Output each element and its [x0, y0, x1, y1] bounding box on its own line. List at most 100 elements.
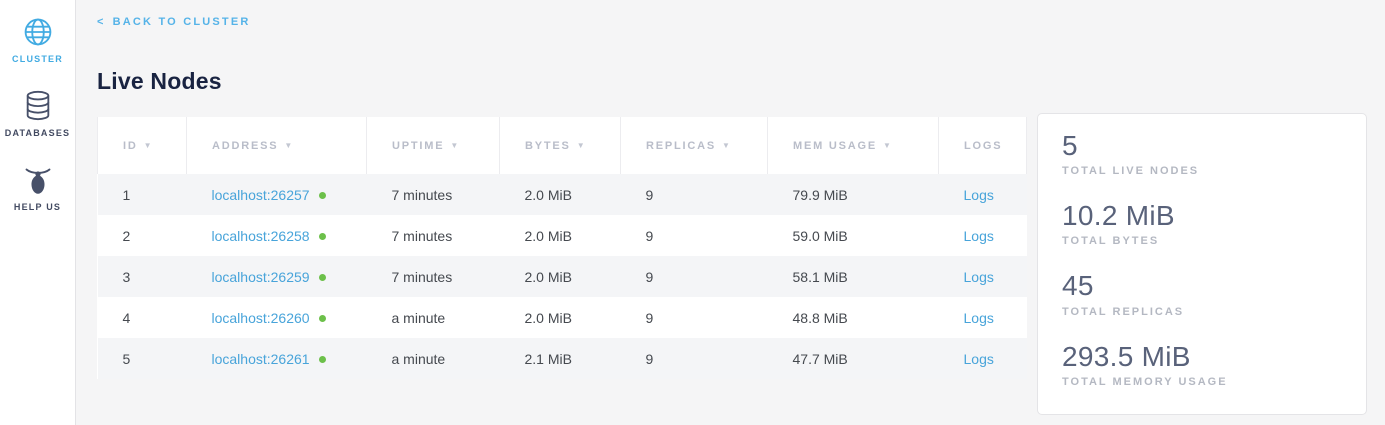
node-logs-cell: Logs — [939, 338, 1027, 379]
stat-value: 293.5 MiB — [1062, 341, 1342, 373]
node-mem-usage-cell: 58.1 MiB — [768, 256, 939, 297]
node-bytes-cell: 2.0 MiB — [500, 174, 621, 215]
node-uptime-cell: a minute — [367, 338, 500, 379]
node-id-cell: 5 — [98, 338, 187, 379]
node-uptime-cell: 7 minutes — [367, 174, 500, 215]
summary-panel: 5 TOTAL LIVE NODES 10.2 MiB TOTAL BYTES … — [1037, 113, 1367, 415]
databases-icon — [23, 90, 53, 122]
sort-arrow-icon: ▼ — [284, 141, 294, 150]
stat-value: 10.2 MiB — [1062, 200, 1342, 232]
node-mem-usage-cell: 48.8 MiB — [768, 297, 939, 338]
sort-arrow-icon: ▼ — [722, 141, 732, 150]
back-link-label: BACK TO CLUSTER — [113, 16, 251, 28]
logs-link[interactable]: Logs — [964, 351, 994, 367]
node-id-cell: 3 — [98, 256, 187, 297]
bug-icon — [23, 164, 53, 196]
logs-link[interactable]: Logs — [964, 310, 994, 326]
node-live-icon — [319, 233, 326, 240]
node-bytes-cell: 2.0 MiB — [500, 215, 621, 256]
column-header-bytes[interactable]: BYTES▼ — [500, 117, 621, 174]
live-nodes-table: ID▼ ADDRESS▼ UPTIME▼ BYTES▼ REPLICAS▼ ME… — [97, 117, 1027, 379]
node-address-link[interactable]: localhost:26261 — [212, 351, 310, 367]
node-address-link[interactable]: localhost:26259 — [212, 269, 310, 285]
logs-link[interactable]: Logs — [964, 187, 994, 203]
sidebar-item-label: CLUSTER — [12, 54, 63, 64]
column-header-address[interactable]: ADDRESS▼ — [187, 117, 367, 174]
sidebar-item-help-us[interactable]: HELP US — [14, 164, 61, 212]
stat-label: TOTAL LIVE NODES — [1062, 165, 1342, 177]
node-uptime-cell: 7 minutes — [367, 256, 500, 297]
stat-value: 45 — [1062, 270, 1342, 302]
sort-arrow-icon: ▼ — [577, 141, 587, 150]
table-header-row: ID▼ ADDRESS▼ UPTIME▼ BYTES▼ REPLICAS▼ ME… — [98, 117, 1027, 174]
node-address-cell: localhost:26261 — [187, 338, 367, 379]
table-row: 3 localhost:26259 7 minutes 2.0 MiB 9 58… — [98, 256, 1027, 297]
node-live-icon — [319, 274, 326, 281]
table-row: 5 localhost:26261 a minute 2.1 MiB 9 47.… — [98, 338, 1027, 379]
table-row: 4 localhost:26260 a minute 2.0 MiB 9 48.… — [98, 297, 1027, 338]
table-row: 2 localhost:26258 7 minutes 2.0 MiB 9 59… — [98, 215, 1027, 256]
stat-label: TOTAL MEMORY USAGE — [1062, 376, 1342, 388]
stat-total-replicas: 45 TOTAL REPLICAS — [1062, 270, 1342, 317]
page-title: Live Nodes — [97, 68, 1385, 95]
node-replicas-cell: 9 — [621, 174, 768, 215]
node-id-cell: 1 — [98, 174, 187, 215]
node-live-icon — [319, 356, 326, 363]
node-address-cell: localhost:26258 — [187, 215, 367, 256]
node-logs-cell: Logs — [939, 297, 1027, 338]
sort-arrow-icon: ▼ — [450, 141, 460, 150]
stat-value: 5 — [1062, 130, 1342, 162]
node-logs-cell: Logs — [939, 215, 1027, 256]
stat-total-live-nodes: 5 TOTAL LIVE NODES — [1062, 130, 1342, 177]
logs-link[interactable]: Logs — [964, 269, 994, 285]
main-content: < BACK TO CLUSTER Live Nodes ID▼ ADDRESS… — [76, 0, 1385, 425]
sidebar-item-label: DATABASES — [5, 128, 70, 138]
stat-total-bytes: 10.2 MiB TOTAL BYTES — [1062, 200, 1342, 247]
node-address-cell: localhost:26259 — [187, 256, 367, 297]
column-header-mem-usage[interactable]: MEM USAGE▼ — [768, 117, 939, 174]
sidebar-item-databases[interactable]: DATABASES — [5, 90, 70, 138]
node-address-link[interactable]: localhost:26257 — [212, 187, 310, 203]
back-arrow-icon: < — [97, 16, 106, 28]
sort-arrow-icon: ▼ — [883, 141, 893, 150]
node-address-link[interactable]: localhost:26260 — [212, 310, 310, 326]
node-live-icon — [319, 315, 326, 322]
node-id-cell: 4 — [98, 297, 187, 338]
back-to-cluster-link[interactable]: < BACK TO CLUSTER — [97, 16, 251, 28]
node-mem-usage-cell: 47.7 MiB — [768, 338, 939, 379]
node-bytes-cell: 2.0 MiB — [500, 256, 621, 297]
column-header-uptime[interactable]: UPTIME▼ — [367, 117, 500, 174]
node-replicas-cell: 9 — [621, 297, 768, 338]
stat-total-memory-usage: 293.5 MiB TOTAL MEMORY USAGE — [1062, 341, 1342, 388]
node-replicas-cell: 9 — [621, 215, 768, 256]
node-bytes-cell: 2.0 MiB — [500, 297, 621, 338]
node-replicas-cell: 9 — [621, 256, 768, 297]
stat-label: TOTAL REPLICAS — [1062, 306, 1342, 318]
node-mem-usage-cell: 79.9 MiB — [768, 174, 939, 215]
live-nodes-section: ID▼ ADDRESS▼ UPTIME▼ BYTES▼ REPLICAS▼ ME… — [97, 117, 1385, 415]
node-uptime-cell: a minute — [367, 297, 500, 338]
node-address-cell: localhost:26257 — [187, 174, 367, 215]
table-row: 1 localhost:26257 7 minutes 2.0 MiB 9 79… — [98, 174, 1027, 215]
logs-link[interactable]: Logs — [964, 228, 994, 244]
sidebar-item-cluster[interactable]: CLUSTER — [12, 16, 63, 64]
stat-label: TOTAL BYTES — [1062, 235, 1342, 247]
column-header-logs: LOGS — [939, 117, 1027, 174]
node-logs-cell: Logs — [939, 174, 1027, 215]
node-address-link[interactable]: localhost:26258 — [212, 228, 310, 244]
column-header-replicas[interactable]: REPLICAS▼ — [621, 117, 768, 174]
app-root: CLUSTER DATABASES HELP US — [0, 0, 1385, 425]
node-live-icon — [319, 192, 326, 199]
node-logs-cell: Logs — [939, 256, 1027, 297]
sort-arrow-icon: ▼ — [144, 141, 154, 150]
sidebar: CLUSTER DATABASES HELP US — [0, 0, 76, 425]
globe-icon — [22, 16, 54, 48]
node-uptime-cell: 7 minutes — [367, 215, 500, 256]
node-address-cell: localhost:26260 — [187, 297, 367, 338]
node-mem-usage-cell: 59.0 MiB — [768, 215, 939, 256]
node-replicas-cell: 9 — [621, 338, 768, 379]
sidebar-item-label: HELP US — [14, 202, 61, 212]
node-id-cell: 2 — [98, 215, 187, 256]
column-header-id[interactable]: ID▼ — [98, 117, 187, 174]
node-bytes-cell: 2.1 MiB — [500, 338, 621, 379]
